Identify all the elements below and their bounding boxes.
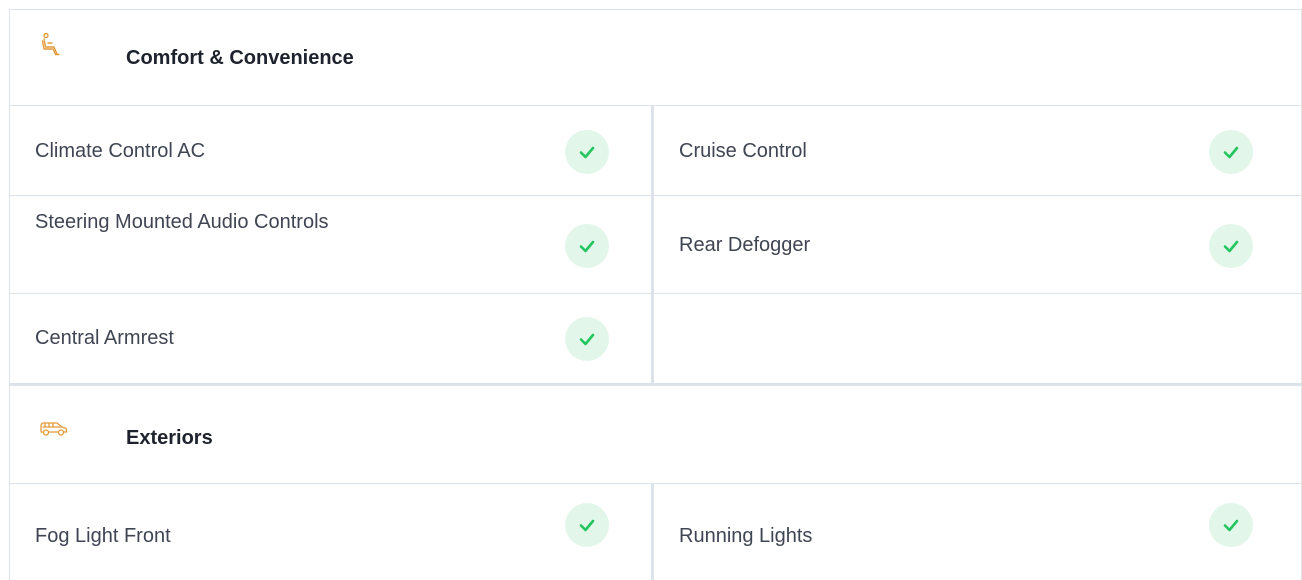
feature-item: Climate Control AC [10, 106, 654, 195]
features-grid-exteriors: Fog Light Front Running Lights [10, 484, 1301, 580]
check-icon [565, 224, 609, 268]
feature-item: Fog Light Front [10, 484, 654, 580]
feature-label: Cruise Control [679, 140, 807, 162]
check-icon [565, 503, 609, 547]
check-icon [1209, 503, 1253, 547]
feature-item: Running Lights [654, 484, 1301, 580]
section-header-comfort: Comfort & Convenience [10, 10, 1301, 106]
feature-item: Steering Mounted Audio Controls [10, 196, 654, 293]
feature-item: Central Armrest [10, 294, 654, 383]
section-header-exteriors: Exteriors [10, 383, 1301, 484]
feature-item: Rear Defogger [654, 196, 1301, 293]
feature-label: Rear Defogger [679, 234, 811, 256]
empty-cell [654, 294, 1301, 383]
check-icon [565, 317, 609, 361]
feature-label: Fog Light Front [35, 525, 171, 547]
table-row: Steering Mounted Audio Controls Rear Def… [10, 196, 1301, 294]
table-row: Central Armrest [10, 294, 1301, 383]
check-icon [565, 130, 609, 174]
feature-label: Climate Control AC [35, 140, 206, 162]
features-grid-comfort: Climate Control AC Cruise Control Steeri… [10, 106, 1301, 383]
features-panel: Comfort & Convenience Climate Control AC… [9, 9, 1302, 580]
section-title: Exteriors [126, 427, 213, 449]
feature-label: Running Lights [679, 525, 813, 547]
feature-label: Central Armrest [35, 327, 174, 349]
feature-item: Cruise Control [654, 106, 1301, 195]
feature-label: Steering Mounted Audio Controls [35, 211, 329, 233]
table-row: Climate Control AC Cruise Control [10, 106, 1301, 196]
table-row: Fog Light Front Running Lights [10, 484, 1301, 580]
car-icon [38, 419, 68, 445]
section-title: Comfort & Convenience [126, 47, 354, 69]
check-icon [1209, 224, 1253, 268]
seat-icon [38, 32, 64, 58]
check-icon [1209, 130, 1253, 174]
